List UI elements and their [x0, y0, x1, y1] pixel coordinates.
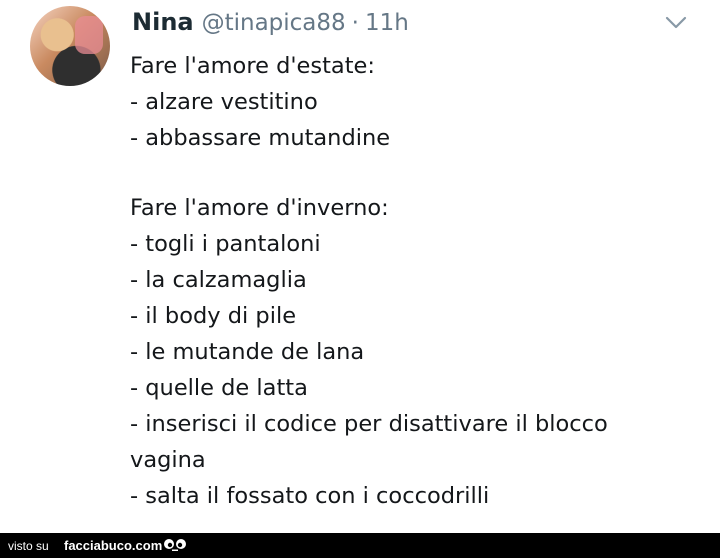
author-handle[interactable]: @tinapica88: [202, 10, 346, 36]
tweet-header: Nina @tinapica88 · 11h: [132, 8, 409, 38]
tweet-line: - inserisci il codice per disattivare il…: [130, 411, 608, 437]
tweet-line: - alzare vestitino: [130, 89, 318, 115]
avatar[interactable]: [30, 6, 110, 86]
watermark-bar: visto su facciabuco.com: [0, 533, 720, 558]
tweet-card: Nina @tinapica88 · 11h Fare l'amore d'estat…: [0, 0, 720, 533]
tweet-line: - il body di pile: [130, 303, 297, 329]
tweet-line: vagina: [130, 447, 206, 473]
eyes-icon: [164, 539, 186, 551]
author-name[interactable]: Nina: [132, 8, 194, 36]
tweet-line: - quelle de latta: [130, 375, 308, 401]
tweet-line: - salta il fossato con i coccodrilli: [130, 483, 490, 509]
tweet-timestamp[interactable]: 11h: [365, 10, 409, 36]
tweet-line: - le mutande de lana: [130, 339, 365, 365]
visto-su-label: visto su: [8, 539, 49, 553]
tweet-line: - la calzamaglia: [130, 267, 307, 293]
site-link[interactable]: facciabuco.com: [64, 538, 162, 553]
chevron-down-icon[interactable]: [664, 12, 688, 34]
tweet-text: Fare l'amore d'estate: - alzare vestitin…: [130, 48, 690, 514]
tweet-line: Fare l'amore d'estate:: [130, 53, 375, 79]
header-separator: ·: [351, 10, 359, 36]
tweet-line: Fare l'amore d'inverno:: [130, 195, 389, 221]
tweet-line: - togli i pantaloni: [130, 231, 321, 257]
tweet-line: - abbassare mutandine: [130, 125, 391, 151]
